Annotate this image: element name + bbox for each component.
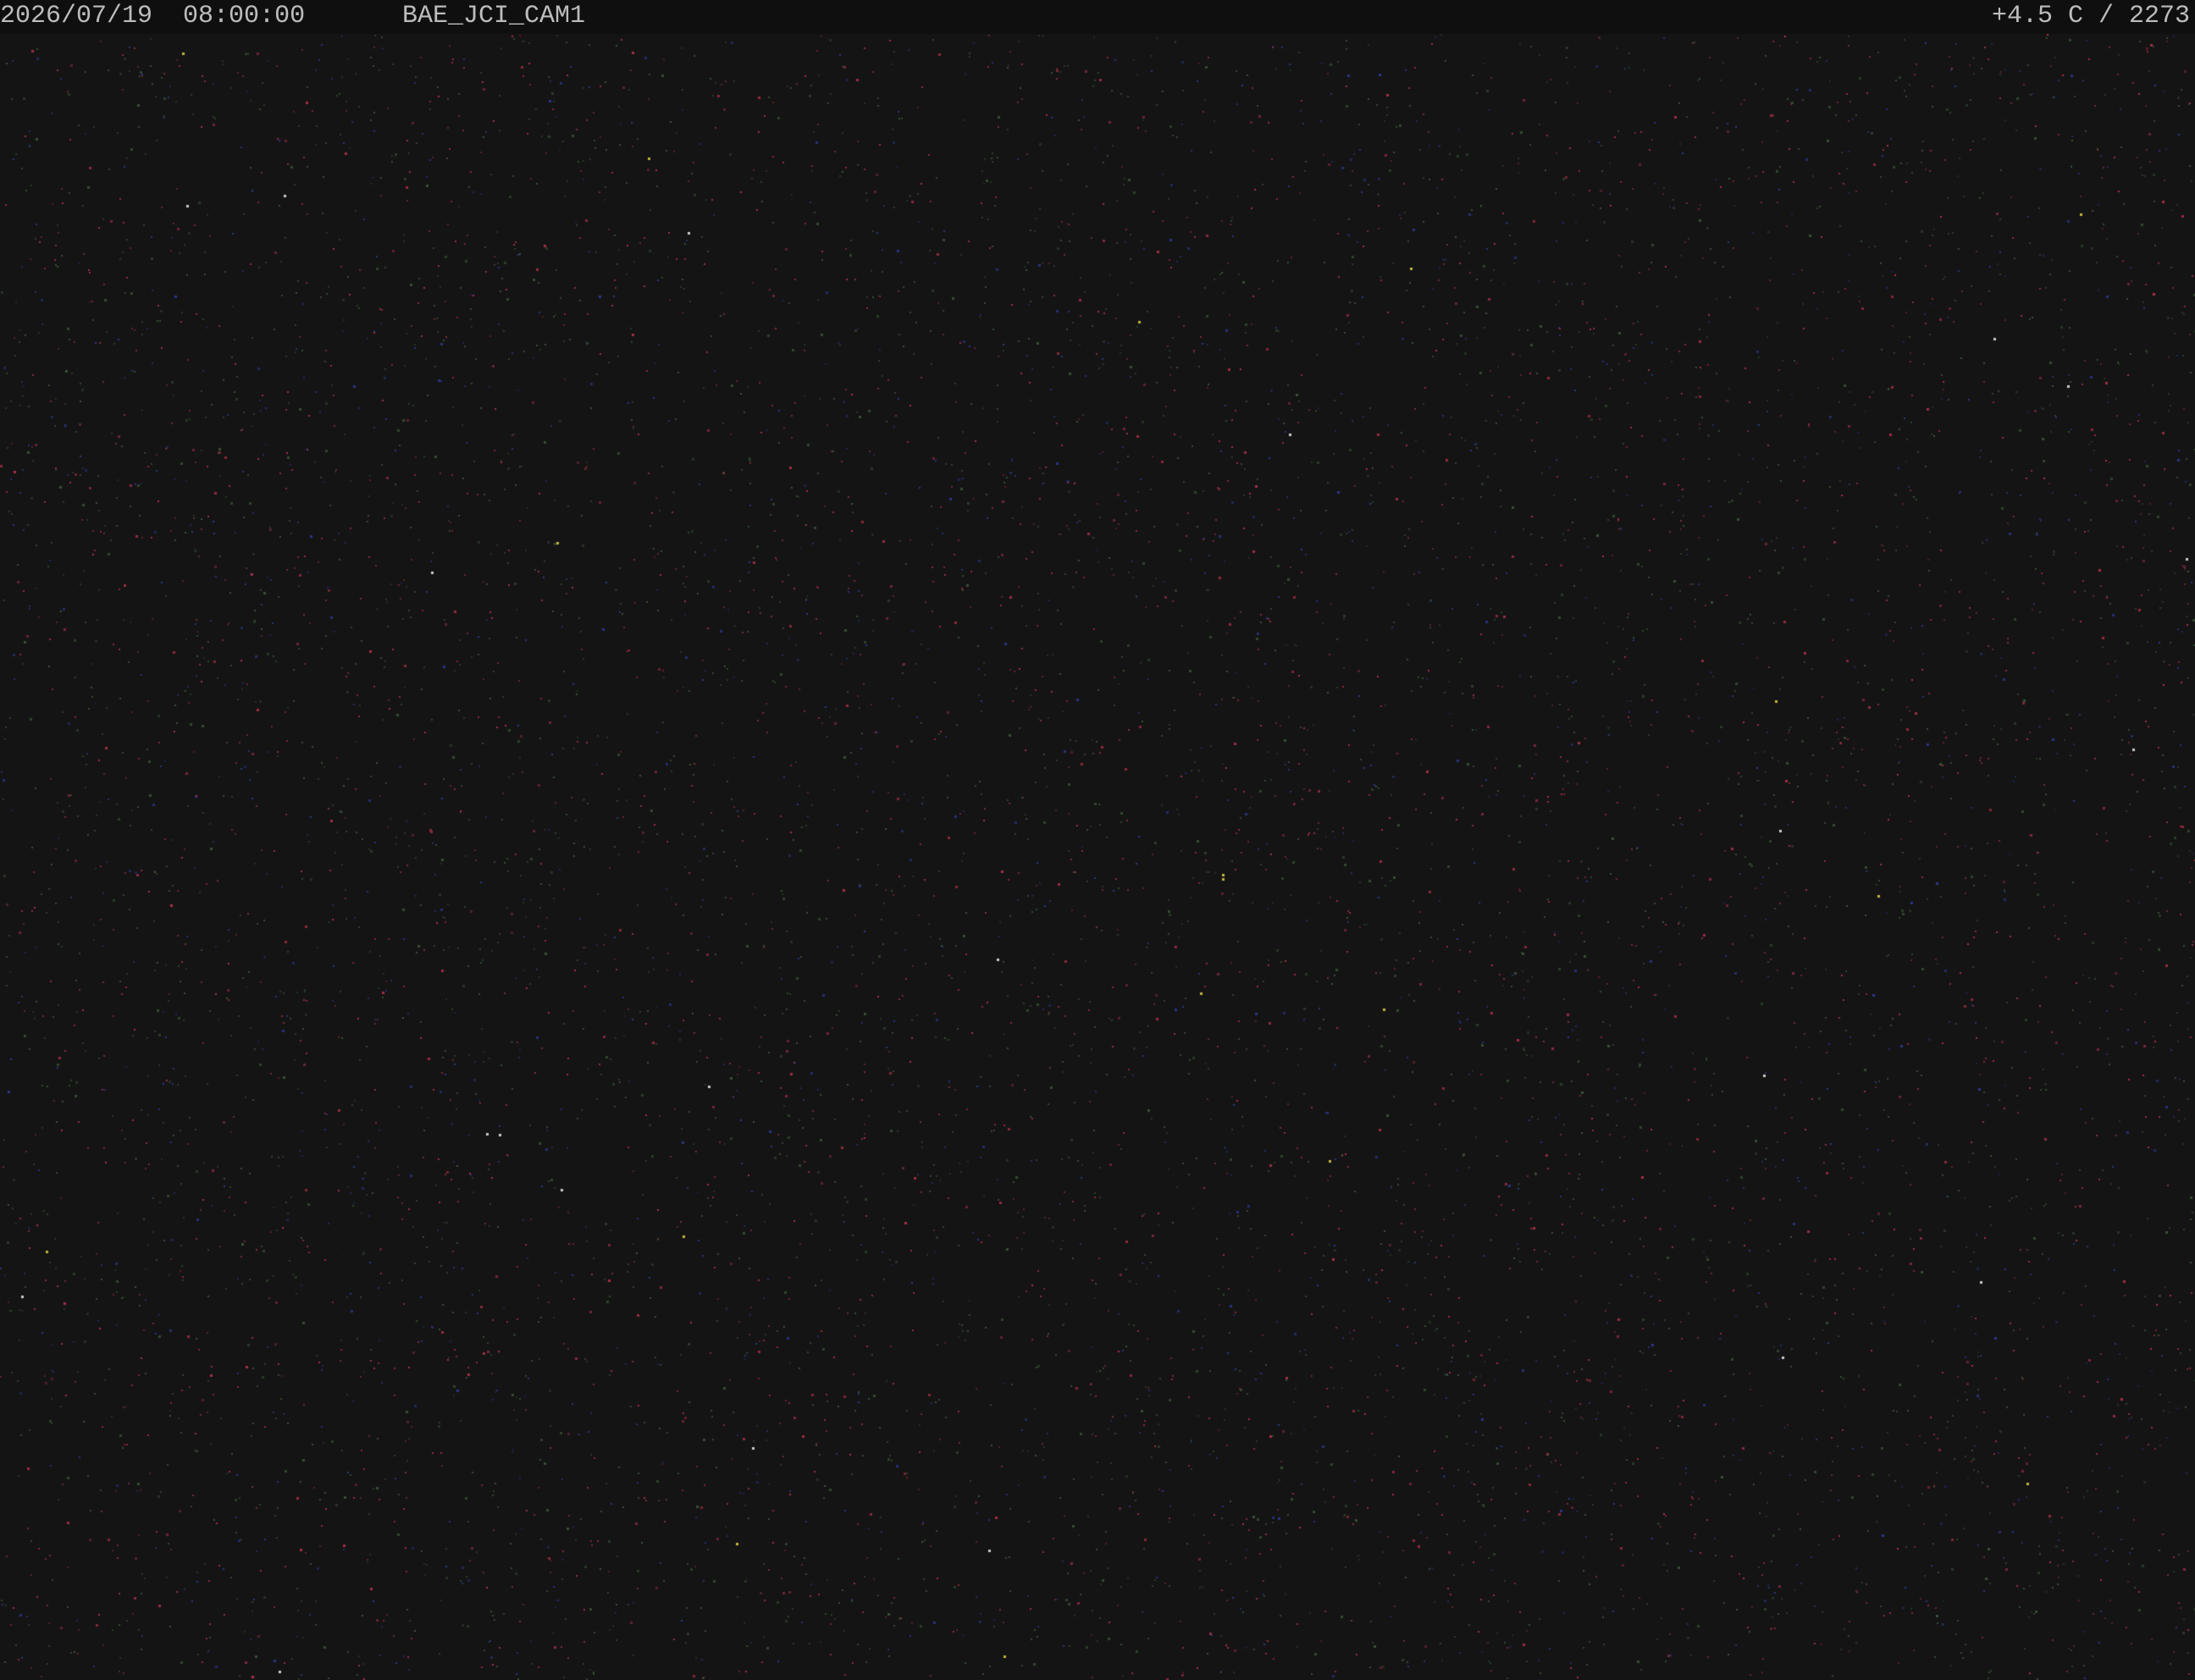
osd-camera-id: BAE_JCI_CAM1 [402,2,586,30]
osd-date: 2026/07/19 [0,2,153,30]
camera-frame: 2026/07/19 08:00:00 BAE_JCI_CAM1 +4.5 C … [0,0,2195,1680]
osd-temperature: +4.5 C [1991,2,2083,30]
osd-overlay-bar: 2026/07/19 08:00:00 BAE_JCI_CAM1 +4.5 C … [0,0,2195,34]
osd-datetime: 2026/07/19 08:00:00 [0,0,305,34]
osd-counter: 2273 [2128,2,2190,30]
osd-sensor-readout: +4.5 C / 2273 [1991,2,2190,30]
sensor-noise-image [0,0,2195,1680]
osd-time: 08:00:00 [183,2,306,30]
